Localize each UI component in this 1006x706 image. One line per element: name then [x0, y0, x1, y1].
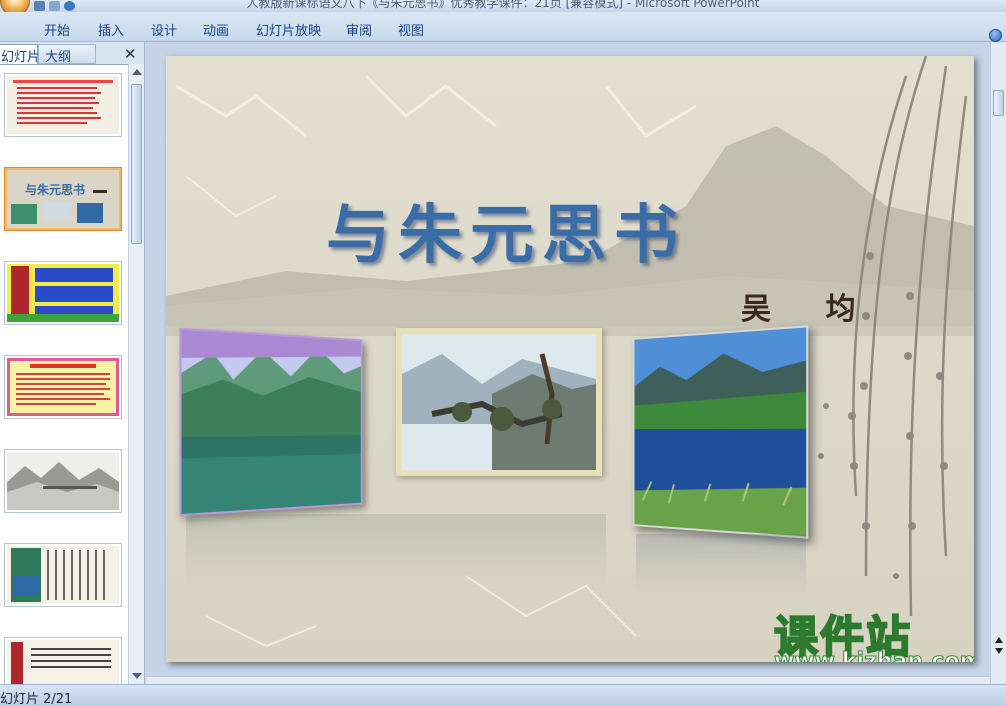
ribbon-tabs: 开始 插入 设计 动画 幻灯片放映 审阅 视图: [0, 12, 1006, 42]
slide-counter: 幻灯片 2/21: [0, 692, 73, 706]
slide-preview-icon: [11, 548, 105, 602]
pine-painting-image: [402, 334, 596, 470]
slide-thumbnail-5[interactable]: [4, 449, 122, 513]
landscape-photo-pine[interactable]: [396, 328, 602, 476]
tab-home[interactable]: 开始: [44, 20, 70, 39]
tab-insert[interactable]: 插入: [98, 20, 124, 39]
slide-editing-area: 与朱元思书 吴 均 课件站 www.kjzhan.com: [146, 42, 990, 684]
slide-thumbnail-7[interactable]: [4, 637, 122, 684]
slide-preview-icon: [11, 642, 111, 684]
tab-outline[interactable]: 大纲: [38, 44, 96, 65]
slide-author[interactable]: 吴 均: [741, 284, 877, 328]
title-bar: 人教版新课标语文八下《与朱元思书》优秀教学课件：21页 [兼容模式] - Mic…: [0, 0, 1006, 12]
lake-photo-image: [634, 327, 809, 539]
landscape-photo-lake[interactable]: [632, 325, 809, 539]
slide-thumbnail-6[interactable]: [4, 543, 122, 607]
thumbnail-scrollbar[interactable]: [128, 64, 144, 684]
slide-preview-icon: 与朱元思书: [11, 182, 107, 224]
text-lines-icon: [13, 80, 113, 124]
tab-review[interactable]: 审阅: [346, 20, 372, 39]
slide-title[interactable]: 与朱元思书: [326, 184, 686, 276]
next-slide-icon[interactable]: [995, 648, 1003, 654]
slide-thumbnail-image: 与朱元思书: [7, 170, 119, 228]
landscape-photo-river[interactable]: [179, 327, 363, 517]
watermark-url: www.kjzhan.com: [774, 649, 974, 663]
slide-thumbnail-image: [7, 640, 119, 684]
tab-slideshow[interactable]: 幻灯片放映: [256, 20, 321, 39]
slide-thumbnail-4[interactable]: [4, 355, 122, 419]
slide-thumbnail-list[interactable]: 与朱元思书: [0, 64, 128, 684]
slide-thumbnail-image: [7, 546, 119, 604]
site-watermark: 课件站 www.kjzhan.com: [773, 601, 974, 663]
slide-preview-icon: [7, 462, 119, 510]
tab-design[interactable]: 设计: [151, 20, 177, 39]
scrollbar-thumb[interactable]: [993, 90, 1004, 116]
scrollbar-thumb[interactable]: [131, 84, 142, 244]
main-scrollbar[interactable]: [990, 42, 1006, 684]
tab-slides[interactable]: 幻灯片: [0, 44, 40, 65]
slides-panel: 幻灯片 大纲 ✕ 与朱元思书: [0, 42, 145, 684]
help-icon[interactable]: [989, 29, 1002, 42]
svg-text:与朱元思书: 与朱元思书: [25, 182, 85, 197]
river-photo-image: [181, 330, 363, 517]
slide-preview-icon: [7, 266, 119, 322]
slide-preview-icon: [16, 364, 110, 405]
status-bar: 幻灯片 2/21: [0, 684, 1006, 706]
photo-reflection: [186, 514, 606, 584]
slide-thumbnail-1[interactable]: [4, 73, 122, 137]
previous-slide-icon[interactable]: [995, 637, 1003, 643]
horizontal-scrollbar[interactable]: [146, 676, 990, 684]
slide-thumbnail-image: [7, 452, 119, 510]
close-icon[interactable]: ✕: [124, 45, 137, 63]
scroll-down-icon[interactable]: [132, 673, 142, 679]
current-slide[interactable]: 与朱元思书 吴 均 课件站 www.kjzhan.com: [166, 56, 974, 662]
slide-thumbnail-3[interactable]: [4, 261, 122, 325]
slide-thumbnail-image: [7, 264, 119, 322]
slide-thumbnail-image: [7, 76, 119, 134]
slide-thumbnail-image: [7, 358, 119, 416]
tab-view[interactable]: 视图: [398, 20, 424, 39]
slide-thumbnail-2[interactable]: 与朱元思书: [4, 167, 122, 231]
photo-reflection: [636, 534, 806, 594]
tab-animations[interactable]: 动画: [203, 20, 229, 39]
scroll-up-icon[interactable]: [132, 69, 142, 75]
window-title: 人教版新课标语文八下《与朱元思书》优秀教学课件：21页 [兼容模式] - Mic…: [246, 0, 760, 10]
